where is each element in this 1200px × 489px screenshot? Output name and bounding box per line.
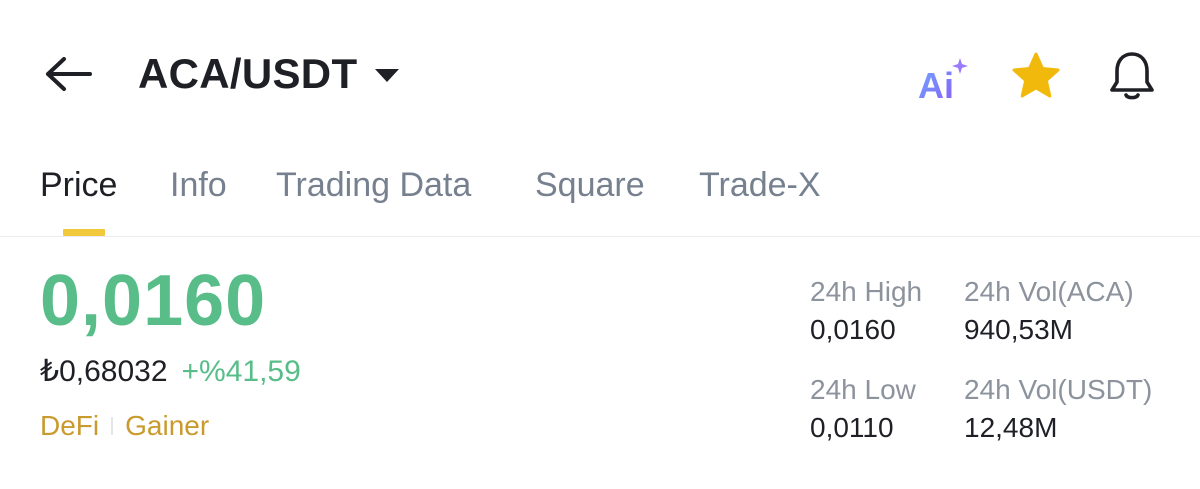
- ai-icon: Ai: [918, 58, 968, 106]
- tab-trade-x[interactable]: Trade-X: [699, 166, 821, 205]
- tag-defi[interactable]: DeFi: [40, 410, 99, 442]
- pair-title: ACA/USDT: [138, 50, 358, 97]
- fiat-price: ₺0,68032: [40, 355, 168, 388]
- low-24h-label: 24h Low: [810, 374, 916, 405]
- tag-list: DeFi Gainer: [40, 410, 209, 442]
- fiat-price-row: ₺0,68032 +%41,59: [40, 354, 301, 389]
- back-arrow-icon: [46, 57, 92, 91]
- tab-bar: Price Info Trading Data Square Trade-X: [0, 150, 1200, 237]
- tab-square[interactable]: Square: [535, 166, 645, 205]
- tab-price[interactable]: Price: [40, 166, 117, 205]
- high-24h-label: 24h High: [810, 276, 923, 307]
- low-24h-value: 0,0110: [810, 412, 894, 443]
- vol-base-value: 940,53M: [964, 314, 1073, 345]
- back-button[interactable]: [40, 50, 96, 98]
- active-tab-indicator: [63, 229, 105, 236]
- tag-gainer[interactable]: Gainer: [125, 410, 209, 442]
- top-bar: ACA/USDT Ai: [0, 0, 1200, 150]
- price-change-percent: +%41,59: [181, 355, 301, 388]
- vol-quote-value: 12,48M: [964, 412, 1058, 443]
- high-24h-value: 0,0160: [810, 314, 896, 345]
- tab-info[interactable]: Info: [170, 166, 227, 205]
- favorite-button[interactable]: [1008, 50, 1064, 104]
- bell-icon: [1110, 52, 1154, 100]
- vol-quote-label: 24h Vol(USDT): [964, 374, 1153, 405]
- alert-button[interactable]: [1104, 48, 1160, 104]
- vol-base-label: 24h Vol(ACA): [964, 276, 1134, 307]
- ai-label: Ai: [918, 65, 954, 104]
- last-price: 0,0160: [40, 261, 267, 341]
- tab-trading-data[interactable]: Trading Data: [276, 166, 471, 205]
- star-icon: [1012, 52, 1060, 98]
- pair-selector[interactable]: ACA/USDT: [138, 44, 400, 104]
- market-detail-page: ACA/USDT Ai Price Info Trading Data Squa…: [0, 0, 1200, 489]
- tag-divider: [111, 417, 114, 435]
- ai-button[interactable]: Ai: [912, 54, 972, 106]
- chevron-down-icon: [375, 68, 400, 82]
